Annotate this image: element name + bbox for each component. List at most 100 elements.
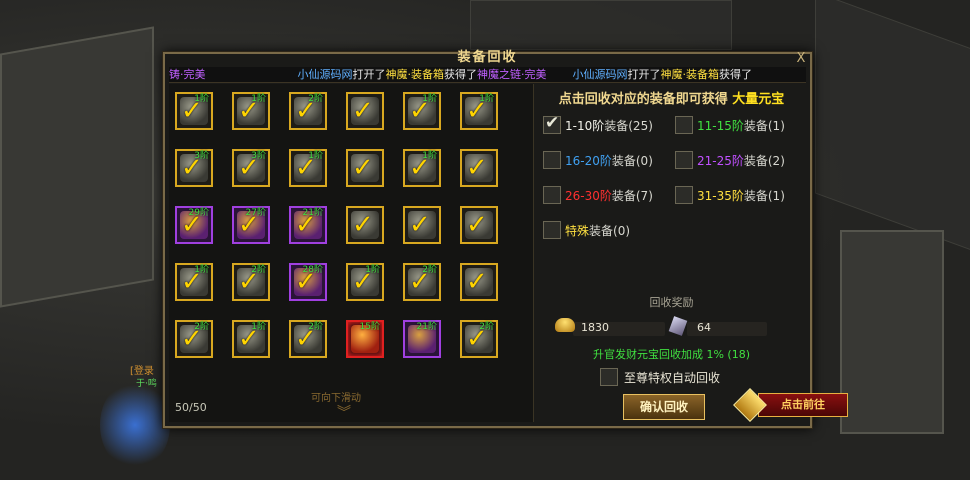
gold-ingot-icon — [555, 318, 575, 332]
check-icon: ✓ — [352, 210, 374, 240]
check-icon: ✔ — [545, 113, 560, 133]
tier-label: 21阶 — [302, 208, 323, 218]
player-guild-tag: 于·鸣 — [136, 379, 157, 389]
stone-altar — [840, 230, 944, 434]
equipment-slot[interactable]: ✓ 2阶 — [403, 263, 441, 301]
tier-checkbox[interactable]: ✔ — [543, 113, 561, 134]
check-icon: ✓ — [352, 96, 374, 126]
equipment-slot[interactable]: ✓ 29阶 — [175, 206, 213, 244]
tier-label: 2阶 — [251, 265, 266, 275]
stone-icon — [668, 316, 688, 336]
equipment-slot[interactable]: ✓ 3阶 — [232, 149, 270, 187]
tier-option[interactable]: 16-20阶装备(0) — [543, 151, 653, 169]
ticker-segment: 神魔·装备箱 — [660, 68, 720, 81]
goto-button[interactable]: 点击前往 — [733, 388, 848, 422]
equipment-slot[interactable]: ✓ — [460, 206, 498, 244]
auto-recycle-checkbox[interactable] — [600, 368, 618, 386]
tier-range: 26-30阶 — [565, 188, 612, 203]
tier-option-label: 26-30阶装备(7) — [565, 187, 653, 204]
check-icon: ✓ — [352, 153, 374, 183]
close-button[interactable]: X — [794, 52, 808, 66]
equipment-slot[interactable]: ✓ — [460, 149, 498, 187]
ticker-segment: 打开了 — [627, 68, 661, 81]
tier-option-label: 21-25阶装备(2) — [697, 152, 785, 169]
ingot-value: 1830 — [581, 321, 609, 334]
tier-option[interactable]: 特殊装备(0) — [543, 221, 630, 239]
confirm-recycle-button[interactable]: 确认回收 — [623, 394, 705, 420]
equipment-slot[interactable]: ✓ 1阶 — [232, 320, 270, 358]
equipment-slot[interactable]: ✓ 3阶 — [175, 149, 213, 187]
equipment-slot[interactable]: ✓ 21阶 — [289, 206, 327, 244]
equipment-slot[interactable]: ✓ — [346, 149, 384, 187]
equipment-recycle-panel: 装备回收 X 铸·完美 小仙源码网打开了神魔·装备箱获得了神魔之链·完美 小仙源码网… — [163, 50, 812, 428]
tier-checkbox[interactable] — [543, 221, 561, 239]
tier-checkbox[interactable] — [543, 186, 561, 204]
tier-option[interactable]: 11-15阶装备(1) — [675, 116, 785, 134]
stone-platform — [0, 26, 154, 308]
check-icon: ✓ — [466, 153, 488, 183]
tier-count: 装备(1) — [743, 118, 785, 133]
equipment-slot[interactable]: ✓ 2阶 — [460, 320, 498, 358]
equipment-slot[interactable]: ✓ 28阶 — [289, 263, 327, 301]
equipment-slot[interactable]: 21阶 — [403, 320, 441, 358]
equipment-slot[interactable]: ✓ — [346, 92, 384, 130]
tier-option-label: 特殊装备(0) — [565, 222, 630, 239]
tier-label: 2阶 — [308, 94, 323, 104]
equipment-slot[interactable]: ✓ 1阶 — [460, 92, 498, 130]
tier-label: 1阶 — [194, 265, 209, 275]
tier-count: 装备(0) — [589, 223, 631, 238]
equipment-slot[interactable]: ✓ — [460, 263, 498, 301]
ticker-segment: 获得了 — [444, 68, 477, 81]
equipment-slot[interactable]: ✓ 1阶 — [232, 92, 270, 130]
tier-range: 11-15阶 — [697, 118, 744, 133]
equipment-slot[interactable]: ✓ — [403, 206, 441, 244]
equipment-slot[interactable]: ✓ 1阶 — [346, 263, 384, 301]
tier-label: 1阶 — [422, 151, 437, 161]
tier-label: 1阶 — [251, 322, 266, 332]
tier-label: 21阶 — [416, 322, 437, 332]
tier-label: 2阶 — [479, 322, 494, 332]
stone-value: 64 — [697, 321, 711, 334]
tier-option[interactable]: ✔ 1-10阶装备(25) — [543, 113, 653, 134]
equipment-slot[interactable]: ✓ — [346, 206, 384, 244]
tier-checkbox[interactable] — [675, 186, 693, 204]
equipment-slot[interactable]: ✓ 2阶 — [289, 92, 327, 130]
equipment-slot[interactable]: ✓ 2阶 — [289, 320, 327, 358]
panel-title: 装备回收 — [457, 50, 518, 65]
headline-text: 点击回收对应的装备即可获得 — [558, 92, 728, 107]
tier-range: 21-25阶 — [697, 153, 744, 168]
tier-checkbox[interactable] — [543, 151, 561, 169]
tier-option[interactable]: 21-25阶装备(2) — [675, 151, 785, 169]
equipment-slot[interactable]: ✓ 1阶 — [289, 149, 327, 187]
equipment-slot[interactable]: ✓ 2阶 — [232, 263, 270, 301]
equipment-slot[interactable]: ✓ 27阶 — [232, 206, 270, 244]
tier-option-label: 1-10阶装备(25) — [565, 117, 653, 134]
equipment-slot[interactable]: ✓ 1阶 — [403, 149, 441, 187]
tier-label: 3阶 — [194, 151, 209, 161]
tier-label: 29阶 — [188, 208, 209, 218]
equipment-slot[interactable]: ✓ 1阶 — [175, 92, 213, 130]
equipment-slot[interactable]: 15阶 — [346, 320, 384, 358]
check-icon: ✓ — [466, 210, 488, 240]
tier-checkbox[interactable] — [675, 116, 693, 134]
scroll-hint: 可向下滑动 — [311, 393, 361, 404]
goto-label[interactable]: 点击前往 — [758, 393, 848, 417]
tier-label: 1阶 — [308, 151, 323, 161]
tier-option-label: 16-20阶装备(0) — [565, 152, 653, 169]
bag-count: 50/50 — [175, 401, 207, 414]
chevron-down-icon[interactable]: ︾ — [337, 406, 351, 420]
headline-highlight: 大量元宝 — [732, 92, 785, 107]
tier-option[interactable]: 31-35阶装备(1) — [675, 186, 785, 204]
equipment-slot[interactable]: ✓ 1阶 — [175, 263, 213, 301]
equipment-slot[interactable]: ✓ 2阶 — [175, 320, 213, 358]
tier-label: 27阶 — [245, 208, 266, 218]
tier-range: 31-35阶 — [697, 188, 744, 203]
auto-recycle-toggle[interactable]: 至尊特权自动回收 — [600, 368, 720, 386]
auto-recycle-label: 至尊特权自动回收 — [624, 370, 721, 385]
tier-checkbox[interactable] — [675, 151, 693, 169]
tier-label: 1阶 — [251, 94, 266, 104]
tier-count: 装备(0) — [611, 153, 653, 168]
tier-range: 1-10阶 — [565, 118, 605, 133]
equipment-slot[interactable]: ✓ 1阶 — [403, 92, 441, 130]
tier-option[interactable]: 26-30阶装备(7) — [543, 186, 653, 204]
